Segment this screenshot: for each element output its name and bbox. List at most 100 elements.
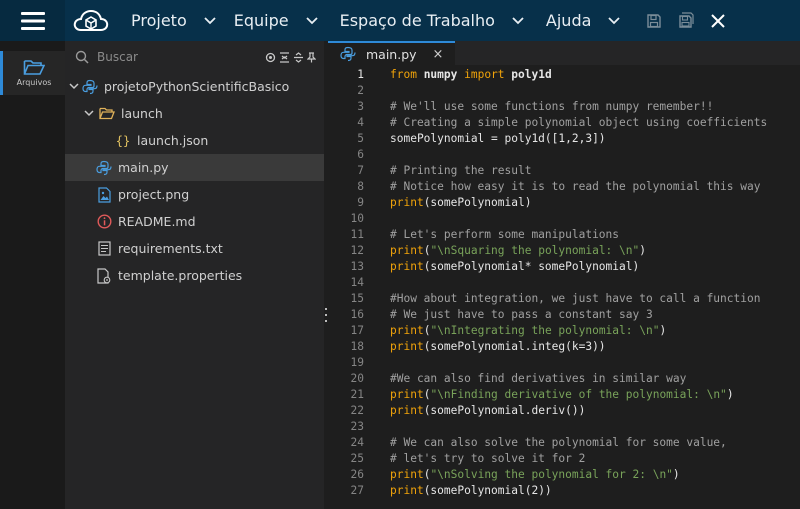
code-line[interactable]: 22 print(somePolynomial.deriv()) <box>328 402 800 418</box>
code-line[interactable]: 10 <box>328 210 800 226</box>
menu-projeto[interactable]: Projeto <box>131 0 216 41</box>
menu-espaco-de-trabalho[interactable]: Espaço de Trabalho <box>340 0 524 41</box>
code-token: # We can also solve the polynomial for s… <box>390 435 727 449</box>
line-number: 6 <box>357 147 364 161</box>
code-token: print <box>390 387 424 401</box>
tree-file-requirements[interactable]: requirements.txt <box>65 235 324 262</box>
file-search[interactable]: Buscar <box>65 45 324 69</box>
line-number: 9 <box>357 195 364 209</box>
code-line[interactable]: 12 print("\nSquaring the polynomial: \n") <box>328 242 800 258</box>
code-token: print <box>390 195 424 209</box>
code-token: numpy <box>416 67 465 81</box>
tree-file-readme[interactable]: README.md <box>65 208 324 235</box>
code-text: print(somePolynomial) <box>390 196 531 209</box>
python-file-icon <box>96 160 112 176</box>
tree-file-launch-json[interactable]: {} launch.json <box>65 127 324 154</box>
tree-label-main-py: main.py <box>118 160 169 175</box>
tree-file-template-properties[interactable]: template.properties <box>65 262 324 289</box>
tree-file-project-png[interactable]: project.png <box>65 181 324 208</box>
tree-file-main-py[interactable]: main.py <box>65 154 324 181</box>
search-input[interactable]: Buscar <box>97 50 265 64</box>
code-token: "\nSquaring the polynomial: \n" <box>430 243 640 257</box>
code-text: # Notice how easy it is to read the poly… <box>390 180 760 193</box>
files-activity-button[interactable]: Arquivos <box>0 51 65 95</box>
tab-main-py[interactable]: main.py × <box>328 41 455 65</box>
code-line[interactable]: 14 <box>328 274 800 290</box>
code-text: # Printing the result <box>390 164 531 177</box>
code-text: print("\nSolving the polynomial for 2: \… <box>390 468 680 481</box>
code-text: # We'll use some functions from numpy re… <box>390 100 713 113</box>
expand-all-button[interactable] <box>293 51 304 63</box>
code-line[interactable]: 2 <box>328 82 800 98</box>
menu-ajuda[interactable]: Ajuda <box>546 0 621 41</box>
code-line[interactable]: 18 print(somePolynomial.integ(k=3)) <box>328 338 800 354</box>
code-line[interactable]: 27 print(somePolynomial(2)) <box>328 482 800 498</box>
code-line[interactable]: 8 # Notice how easy it is to read the pol… <box>328 178 800 194</box>
code-line[interactable]: 17 print("\nIntegrating the polynomial: \… <box>328 322 800 338</box>
code-line[interactable]: 11 # Let's perform some manipulations <box>328 226 800 242</box>
code-line[interactable]: 4 # Creating a simple polynomial object u… <box>328 114 800 130</box>
code-line[interactable]: 25 # let's try to solve it for 2 <box>328 450 800 466</box>
save-button[interactable] <box>644 11 664 31</box>
code-line[interactable]: 3 # We'll use some functions from numpy r… <box>328 98 800 114</box>
save-icon <box>647 13 662 28</box>
code-line[interactable]: 5 somePolynomial = poly1d([1,2,3]) <box>328 130 800 146</box>
info-icon <box>96 214 112 230</box>
collapse-all-button[interactable] <box>279 51 290 63</box>
python-file-icon <box>340 46 356 62</box>
pin-button[interactable] <box>307 51 318 63</box>
save-all-icon <box>679 12 694 28</box>
tree-folder-launch[interactable]: launch <box>65 100 324 127</box>
code-text: print(somePolynomial* somePolynomial) <box>390 260 639 273</box>
code-text: print("\nFinding derivative of the polyn… <box>390 388 734 401</box>
cloud-cube-icon <box>73 9 109 31</box>
line-number: 20 <box>350 371 364 385</box>
code-line[interactable]: 7 # Printing the result <box>328 162 800 178</box>
code-editor[interactable]: 1 from numpy import poly1d 2 3 # We'll use s… <box>328 65 800 509</box>
code-token: # Printing the result <box>390 163 532 177</box>
menu-equipe[interactable]: Equipe <box>234 0 318 41</box>
line-number: 27 <box>350 483 364 497</box>
code-line[interactable]: 13 print(somePolynomial* somePolynomial) <box>328 258 800 274</box>
line-number: 24 <box>350 435 364 449</box>
code-line[interactable]: 16 # We just have to pass a constant say … <box>328 306 800 322</box>
line-number: 26 <box>350 467 364 481</box>
tree-label-project-png: project.png <box>118 187 190 202</box>
code-token: #How about integration, we just have to … <box>390 291 761 305</box>
code-token: (somePolynomial* somePolynomial) <box>423 259 640 273</box>
code-line[interactable]: 9 print(somePolynomial) <box>328 194 800 210</box>
line-number: 5 <box>357 131 364 145</box>
search-icon <box>75 50 89 64</box>
expand-icon <box>294 51 303 63</box>
chevron-down-icon <box>68 81 80 93</box>
code-line[interactable]: 24 # We can also solve the polynomial for… <box>328 434 800 450</box>
save-all-button[interactable] <box>676 11 696 31</box>
target-icon <box>265 52 276 62</box>
line-number: 16 <box>350 307 364 321</box>
code-line[interactable]: 21 print("\nFinding derivative of the pol… <box>328 386 800 402</box>
code-line[interactable]: 1 from numpy import poly1d <box>328 66 800 82</box>
close-project-button[interactable] <box>708 11 728 31</box>
line-number: 1 <box>357 67 364 81</box>
locate-file-button[interactable] <box>265 52 276 63</box>
tree-folder-root[interactable]: projetoPythonScientificBasico <box>65 73 324 100</box>
code-text: from numpy import poly1d <box>390 68 552 81</box>
code-line[interactable]: 26 print("\nSolving the polynomial for 2:… <box>328 466 800 482</box>
folder-open-icon <box>23 60 45 75</box>
line-number: 18 <box>350 339 364 353</box>
tree-label-template-properties: template.properties <box>118 268 243 283</box>
code-line[interactable]: 20 #We can also find derivatives in simil… <box>328 370 800 386</box>
line-number: 8 <box>357 179 364 193</box>
app-logo[interactable] <box>71 0 111 41</box>
code-line[interactable]: 19 <box>328 354 800 370</box>
code-token: (somePolynomial.deriv()) <box>423 403 586 417</box>
code-text: somePolynomial = poly1d([1,2,3]) <box>390 132 606 145</box>
code-line[interactable]: 15 #How about integration, we just have t… <box>328 290 800 306</box>
tab-close-button[interactable]: × <box>433 47 444 62</box>
close-icon <box>711 13 726 28</box>
code-line[interactable]: 6 <box>328 146 800 162</box>
hamburger-menu-button[interactable] <box>0 0 65 41</box>
settings-file-icon <box>96 267 112 284</box>
code-line[interactable]: 23 <box>328 418 800 434</box>
hamburger-icon <box>20 11 45 30</box>
